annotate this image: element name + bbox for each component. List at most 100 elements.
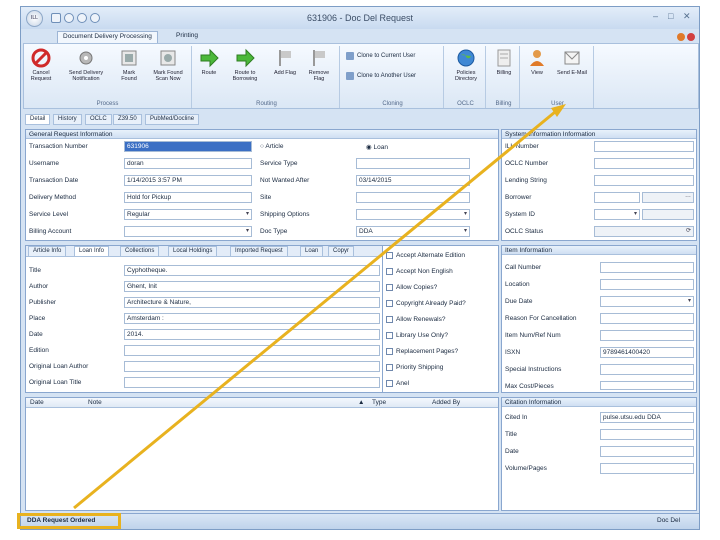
ill-number-field[interactable] bbox=[594, 141, 694, 152]
username-field[interactable]: doran bbox=[124, 158, 252, 169]
isxn-field[interactable]: 9789461400420 bbox=[600, 347, 694, 358]
tab-copyright[interactable]: Copyr bbox=[328, 246, 355, 257]
reason-for-cancellation-field[interactable] bbox=[600, 313, 694, 324]
item-num-field[interactable] bbox=[600, 330, 694, 341]
loan-title-field[interactable]: Cyphotheque. bbox=[124, 265, 380, 276]
close-icon[interactable]: ✕ bbox=[683, 11, 691, 22]
transaction-number-field[interactable]: 631906 bbox=[124, 141, 252, 152]
radio-article[interactable]: ○ Article bbox=[260, 143, 283, 150]
citation-date-field[interactable] bbox=[600, 446, 694, 457]
field-label: Reason For Cancellation bbox=[505, 315, 577, 322]
borrower-lookup[interactable]: … bbox=[642, 192, 694, 203]
volume-pages-field[interactable] bbox=[600, 463, 694, 474]
send-email-button[interactable]: Send E-Mail bbox=[554, 48, 590, 76]
service-level-select[interactable]: Regular ▾ bbox=[124, 209, 252, 220]
chevron-down-icon[interactable]: ▾ bbox=[464, 227, 467, 234]
loan-place-field[interactable]: Amsterdam : bbox=[124, 313, 380, 324]
view-user-button[interactable]: View bbox=[524, 48, 550, 76]
checkbox-allow-copies[interactable]: Allow Copies? bbox=[386, 284, 437, 291]
site-field[interactable] bbox=[356, 192, 470, 203]
minimize-icon[interactable]: – bbox=[653, 11, 658, 21]
system-id-select[interactable]: ▾ bbox=[594, 209, 640, 220]
checkbox-accept-alternate-edition[interactable]: Accept Alternate Edition bbox=[386, 252, 465, 259]
tab-z3950[interactable]: Z39.50 bbox=[113, 114, 142, 125]
column-header[interactable]: Note bbox=[88, 399, 102, 406]
tab-history[interactable]: History bbox=[53, 114, 82, 125]
location-field[interactable] bbox=[600, 279, 694, 290]
clone-to-another-user-button[interactable]: Clone to Another User bbox=[346, 72, 416, 80]
loan-author-field[interactable]: Ghent, Init bbox=[124, 281, 380, 292]
tab-loan[interactable]: Loan bbox=[300, 246, 324, 257]
checkbox-accept-non-english[interactable]: Accept Non English bbox=[386, 268, 453, 275]
call-number-field[interactable] bbox=[600, 262, 694, 273]
oclc-status-field[interactable]: ⟳ bbox=[594, 226, 694, 237]
field-label: Date bbox=[29, 331, 43, 338]
citation-title-field[interactable] bbox=[600, 429, 694, 440]
checkbox-priority-shipping[interactable]: Priority Shipping bbox=[386, 364, 443, 371]
column-header[interactable]: Type bbox=[372, 399, 386, 406]
help-icon[interactable] bbox=[677, 33, 685, 41]
billing-account-select[interactable]: ▾ bbox=[124, 226, 252, 237]
special-instructions-field[interactable] bbox=[600, 364, 694, 375]
oclc-number-field[interactable] bbox=[594, 158, 694, 169]
checkbox-allow-renewals[interactable]: Allow Renewals? bbox=[386, 316, 446, 323]
not-wanted-after-field[interactable]: 03/14/2015 bbox=[356, 175, 470, 186]
shipping-options-select[interactable]: ▾ bbox=[356, 209, 470, 220]
chevron-down-icon[interactable]: ▾ bbox=[246, 227, 249, 234]
tab-detail[interactable]: Detail bbox=[25, 114, 51, 125]
cancel-request-button[interactable]: Cancel Request bbox=[28, 48, 54, 82]
tab-pubmed[interactable]: PubMed/Docline bbox=[145, 114, 200, 125]
tab-document-delivery[interactable]: Document Delivery Processing bbox=[57, 31, 158, 43]
billing-button[interactable]: Billing bbox=[491, 48, 517, 76]
checkbox-replacement-pages[interactable]: Replacement Pages? bbox=[386, 348, 458, 355]
tab-collections[interactable]: Collections bbox=[120, 246, 160, 257]
panel-header: General Request Information bbox=[26, 130, 498, 139]
remove-flag-button[interactable]: Remove Flag bbox=[304, 48, 334, 82]
mark-found-button[interactable]: Mark Found bbox=[116, 48, 142, 82]
original-loan-author-field[interactable] bbox=[124, 361, 380, 372]
field-label: Title bbox=[505, 431, 518, 438]
tab-loan-info[interactable]: Loan Info bbox=[74, 246, 110, 257]
radio-loan[interactable]: ◉ Loan bbox=[366, 143, 388, 151]
original-loan-title-field[interactable] bbox=[124, 377, 380, 388]
delivery-method-field[interactable]: Hold for Pickup bbox=[124, 192, 252, 203]
send-delivery-notification-button[interactable]: Send Delivery Notification bbox=[68, 48, 104, 82]
tab-local-holdings[interactable]: Local Holdings bbox=[168, 246, 218, 257]
tab-oclc[interactable]: OCLC bbox=[85, 114, 112, 125]
policies-directory-button[interactable]: Policies Directory bbox=[450, 48, 482, 82]
chevron-down-icon[interactable]: ▾ bbox=[634, 210, 637, 217]
loan-edition-field[interactable] bbox=[124, 345, 380, 356]
due-date-select[interactable]: ▾ bbox=[600, 296, 694, 307]
route-button[interactable]: Route bbox=[196, 48, 222, 76]
chevron-down-icon[interactable]: ▾ bbox=[688, 297, 691, 304]
column-header[interactable]: Date bbox=[30, 399, 44, 406]
loan-date-field[interactable]: 2014. bbox=[124, 329, 380, 340]
service-type-field[interactable] bbox=[356, 158, 470, 169]
chevron-down-icon[interactable]: ▾ bbox=[246, 210, 249, 217]
lending-string-field[interactable] bbox=[594, 175, 694, 186]
chevron-down-icon[interactable]: ▾ bbox=[464, 210, 467, 217]
tab-printing[interactable]: Printing bbox=[171, 31, 203, 43]
clone-icon bbox=[346, 52, 354, 60]
column-header[interactable]: Added By bbox=[432, 399, 460, 406]
tab-imported-request[interactable]: Imported Request bbox=[230, 246, 288, 257]
checkbox-library-use-only[interactable]: Library Use Only? bbox=[386, 332, 448, 339]
sort-icon[interactable]: ▲ bbox=[358, 399, 364, 406]
cited-in-field[interactable]: pulse.utsu.edu DDA bbox=[600, 412, 694, 423]
transaction-date-field[interactable]: 1/14/2015 3:57 PM bbox=[124, 175, 252, 186]
group-label: Billing bbox=[495, 101, 512, 107]
route-to-borrowing-button[interactable]: Route to Borrowing bbox=[228, 48, 262, 82]
add-flag-button[interactable]: Add Flag bbox=[272, 48, 298, 76]
loan-publisher-field[interactable]: Architecture & Nature, bbox=[124, 297, 380, 308]
clone-to-current-user-button[interactable]: Clone to Current User bbox=[346, 52, 415, 60]
max-cost-field[interactable] bbox=[600, 381, 694, 390]
checkbox-anel[interactable]: Anel bbox=[386, 380, 409, 387]
checkbox-copyright-paid[interactable]: Copyright Already Paid? bbox=[386, 300, 466, 307]
options-icon[interactable] bbox=[687, 33, 695, 41]
mark-found-scan-now-button[interactable]: Mark Found Scan Now bbox=[148, 48, 188, 82]
borrower-field[interactable] bbox=[594, 192, 640, 203]
doc-type-select[interactable]: DDA ▾ bbox=[356, 226, 470, 237]
refresh-icon[interactable]: ⟳ bbox=[686, 227, 691, 234]
maximize-icon[interactable]: □ bbox=[668, 11, 673, 21]
tab-article-info[interactable]: Article Info bbox=[28, 246, 67, 257]
